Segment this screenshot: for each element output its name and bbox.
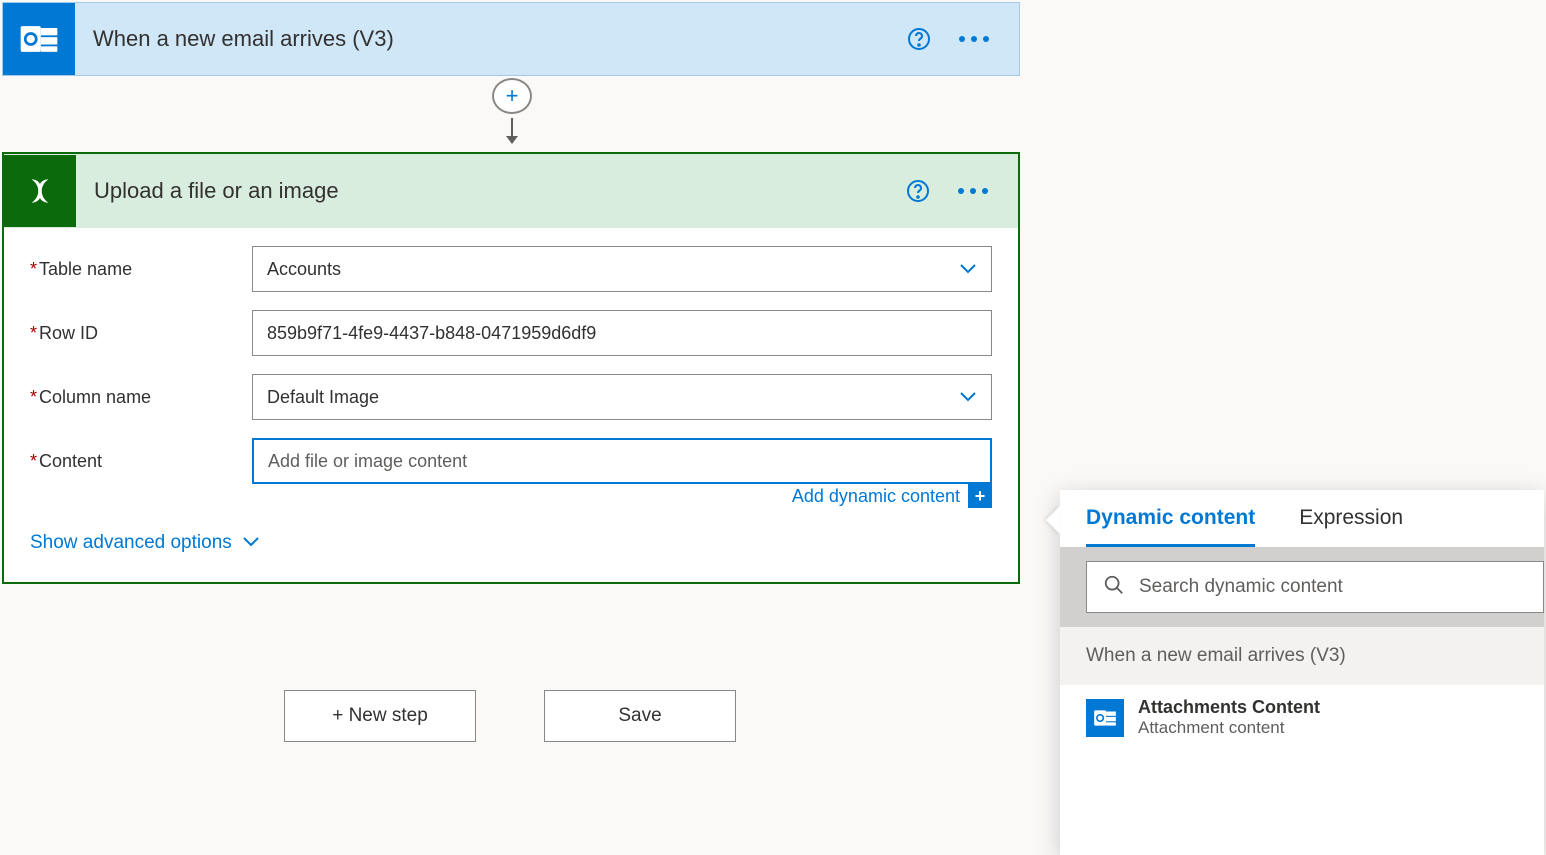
connector: + [492,78,532,150]
plus-badge-icon[interactable]: + [968,484,992,508]
chevron-down-icon [242,532,260,554]
arrow-down-icon [502,118,522,150]
dynamic-item-attachments-content[interactable]: Attachments Content Attachment content [1060,685,1544,750]
button-row: + New step Save [284,690,736,742]
dynamic-search[interactable] [1086,561,1544,613]
add-step-button[interactable]: + [492,78,532,114]
action-title: Upload a file or an image [76,178,906,204]
ellipsis-icon[interactable] [958,188,988,194]
save-button[interactable]: Save [544,690,736,742]
chevron-down-icon [959,387,977,408]
tab-dynamic-content[interactable]: Dynamic content [1086,506,1255,547]
search-icon [1103,574,1125,601]
help-icon[interactable] [906,179,930,203]
column-name-select[interactable]: Default Image [252,374,992,420]
chevron-down-icon [959,259,977,280]
panel-caret-icon [1046,506,1060,534]
row-id-input[interactable] [252,310,992,356]
new-step-button[interactable]: + New step [284,690,476,742]
table-name-value: Accounts [267,259,341,280]
content-input[interactable] [252,438,992,484]
ellipsis-icon[interactable] [959,36,989,42]
help-icon[interactable] [907,27,931,51]
dynamic-item-title: Attachments Content [1138,697,1320,718]
show-advanced-options[interactable]: Show advanced options [30,532,992,554]
advanced-options-label: Show advanced options [30,532,232,554]
add-dynamic-content-link[interactable]: Add dynamic content [792,486,960,507]
trigger-card[interactable]: When a new email arrives (V3) [2,2,1020,76]
column-name-label: Column name [39,387,151,408]
outlook-icon [1086,699,1124,737]
action-header[interactable]: Upload a file or an image [4,154,1018,228]
action-card: Upload a file or an image *Table name Ac… [2,152,1020,584]
dynamic-content-panel: Dynamic content Expression When a new em… [1060,490,1544,855]
trigger-title: When a new email arrives (V3) [75,26,907,52]
dataverse-icon [4,155,76,227]
row-id-label: Row ID [39,323,98,344]
content-label: Content [39,451,102,472]
dynamic-search-input[interactable] [1139,576,1527,598]
column-name-value: Default Image [267,387,379,408]
dynamic-group-header: When a new email arrives (V3) [1060,627,1544,685]
dynamic-item-subtitle: Attachment content [1138,718,1320,738]
tab-expression[interactable]: Expression [1299,506,1403,547]
table-name-label: Table name [39,259,132,280]
table-name-select[interactable]: Accounts [252,246,992,292]
outlook-icon [3,3,75,75]
